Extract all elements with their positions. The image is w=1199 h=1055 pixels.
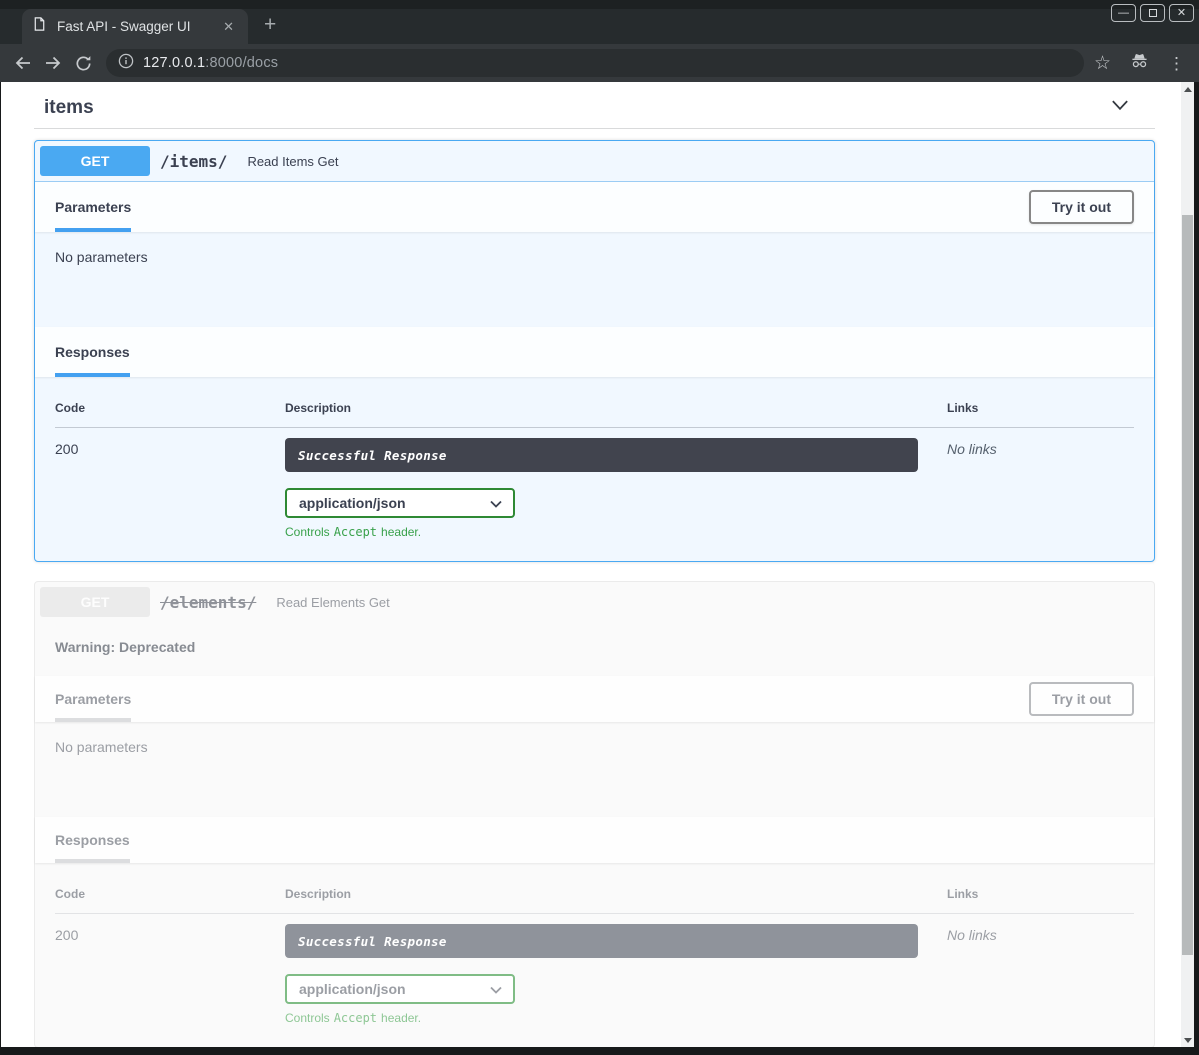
tab-parameters[interactable]: Parameters [55, 676, 131, 722]
tag-divider [34, 128, 1155, 129]
swagger-page: items GET /items/ Read Items Get Paramet… [1, 82, 1181, 1047]
response-links: No links [947, 438, 1134, 539]
media-type-value: application/json [299, 495, 406, 511]
response-code: 200 [55, 438, 285, 539]
try-it-out-button[interactable]: Try it out [1029, 190, 1134, 224]
no-parameters-label: No parameters [55, 249, 148, 265]
response-code: 200 [55, 924, 285, 1025]
url-bar[interactable]: 127.0.0.1:8000/docs [106, 49, 1084, 77]
tag-header[interactable]: items [34, 88, 1155, 128]
media-type-value: application/json [299, 981, 406, 997]
opblock-get-items: GET /items/ Read Items Get Parameters Tr… [34, 140, 1155, 562]
scrollbar-down-arrow[interactable] [1181, 1033, 1194, 1047]
forward-icon[interactable] [38, 48, 68, 78]
parameters-header: Parameters Try it out [35, 676, 1154, 722]
window-controls: — ✕ [1111, 4, 1194, 22]
response-description-text: Successful Response [298, 448, 447, 463]
scrollbar-thumb[interactable] [1182, 215, 1193, 955]
responses-label: Responses [55, 327, 130, 377]
operation-description: Read Elements Get [276, 595, 389, 610]
parameters-header: Parameters Try it out [35, 182, 1154, 232]
tab-parameters[interactable]: Parameters [55, 182, 131, 232]
accept-note-code: Accept [334, 525, 377, 539]
responses-header: Responses [35, 817, 1154, 863]
browser-menu-icon[interactable]: ⋮ [1168, 55, 1185, 72]
arrow-down-icon [1184, 1038, 1192, 1043]
reload-icon[interactable] [68, 48, 98, 78]
accept-header-note: Controls Accept header. [285, 525, 947, 539]
browser-toolbar: 127.0.0.1:8000/docs ☆ ⋮ [0, 44, 1199, 82]
arrow-up-icon [1184, 87, 1192, 92]
parameters-body: No parameters [35, 232, 1154, 327]
responses-table: Code Description Links 200 Successful Re… [35, 863, 1154, 1047]
accept-note-suffix: header. [381, 525, 421, 539]
response-description-cell: Successful Response application/json Con… [285, 924, 947, 1025]
site-info-icon[interactable] [118, 53, 134, 74]
close-button[interactable]: ✕ [1169, 4, 1194, 22]
select-chevron-icon [490, 495, 502, 511]
responses-header: Responses [35, 327, 1154, 377]
responses-table: Code Description Links 200 Successful Re… [35, 377, 1154, 561]
browser-tab[interactable]: Fast API - Swagger UI ✕ [22, 9, 248, 44]
tag-title: items [44, 97, 94, 119]
url-text: 127.0.0.1:8000/docs [143, 55, 278, 71]
links-header: Links [947, 887, 1134, 901]
try-it-out-button[interactable]: Try it out [1029, 682, 1134, 716]
maximize-icon [1149, 9, 1157, 17]
media-type-select[interactable]: application/json [285, 488, 515, 518]
description-header: Description [285, 887, 947, 901]
operation-summary[interactable]: GET /items/ Read Items Get [35, 141, 1154, 182]
accept-note-prefix: Controls [285, 1011, 330, 1025]
response-description-box: Successful Response [285, 438, 918, 472]
minimize-button[interactable]: — [1111, 4, 1136, 22]
response-row: 200 Successful Response application/json [55, 428, 1134, 539]
operation-summary[interactable]: GET /elements/ Read Elements Get [35, 582, 1154, 622]
new-tab-button[interactable]: + [264, 13, 276, 37]
back-icon[interactable] [8, 48, 38, 78]
response-description-cell: Successful Response application/json Con… [285, 438, 947, 539]
method-badge: GET [40, 587, 150, 617]
code-header: Code [55, 887, 285, 901]
incognito-icon [1129, 51, 1150, 76]
maximize-button[interactable] [1140, 4, 1165, 22]
operation-path: /elements/ [160, 593, 256, 612]
tab-title: Fast API - Swagger UI [57, 19, 219, 34]
no-parameters-label: No parameters [55, 739, 148, 755]
responses-label: Responses [55, 817, 130, 863]
response-description-box: Successful Response [285, 924, 918, 958]
accept-note-suffix: header. [381, 1011, 421, 1025]
accept-note-code: Accept [334, 1011, 377, 1025]
scrollbar[interactable] [1181, 82, 1194, 1047]
tab-strip: Fast API - Swagger UI ✕ + [0, 9, 1199, 44]
titlebar: Fast API - Swagger UI ✕ + — ✕ [0, 0, 1199, 44]
responses-table-head: Code Description Links [55, 401, 1134, 428]
response-description-text: Successful Response [298, 934, 447, 949]
favicon-page-icon [32, 16, 47, 37]
page-content: items GET /items/ Read Items Get Paramet… [1, 82, 1194, 1047]
tab-close-icon[interactable]: ✕ [219, 19, 238, 35]
url-path: :8000/docs [205, 55, 278, 71]
chevron-down-icon[interactable] [1109, 96, 1131, 119]
operation-path: /items/ [160, 152, 227, 171]
parameters-body: No parameters [35, 722, 1154, 817]
toolbar-right: ☆ ⋮ [1094, 51, 1199, 76]
scrollbar-up-arrow[interactable] [1181, 82, 1194, 96]
description-header: Description [285, 401, 947, 415]
method-badge: GET [40, 146, 150, 176]
response-links: No links [947, 924, 1134, 1025]
accept-note-prefix: Controls [285, 525, 330, 539]
select-chevron-icon [490, 981, 502, 997]
bookmark-star-icon[interactable]: ☆ [1094, 54, 1111, 73]
code-header: Code [55, 401, 285, 415]
responses-table-head: Code Description Links [55, 887, 1134, 914]
deprecated-warning: Warning: Deprecated [35, 622, 1154, 676]
response-row: 200 Successful Response application/json [55, 914, 1134, 1025]
links-header: Links [947, 401, 1134, 415]
accept-header-note: Controls Accept header. [285, 1011, 947, 1025]
browser-window: Fast API - Swagger UI ✕ + — ✕ 127.0.0.1:… [0, 0, 1199, 1055]
operation-description: Read Items Get [247, 154, 338, 169]
opblock-get-elements-deprecated: GET /elements/ Read Elements Get Warning… [34, 581, 1155, 1047]
media-type-select[interactable]: application/json [285, 974, 515, 1004]
url-host: 127.0.0.1 [143, 55, 205, 71]
